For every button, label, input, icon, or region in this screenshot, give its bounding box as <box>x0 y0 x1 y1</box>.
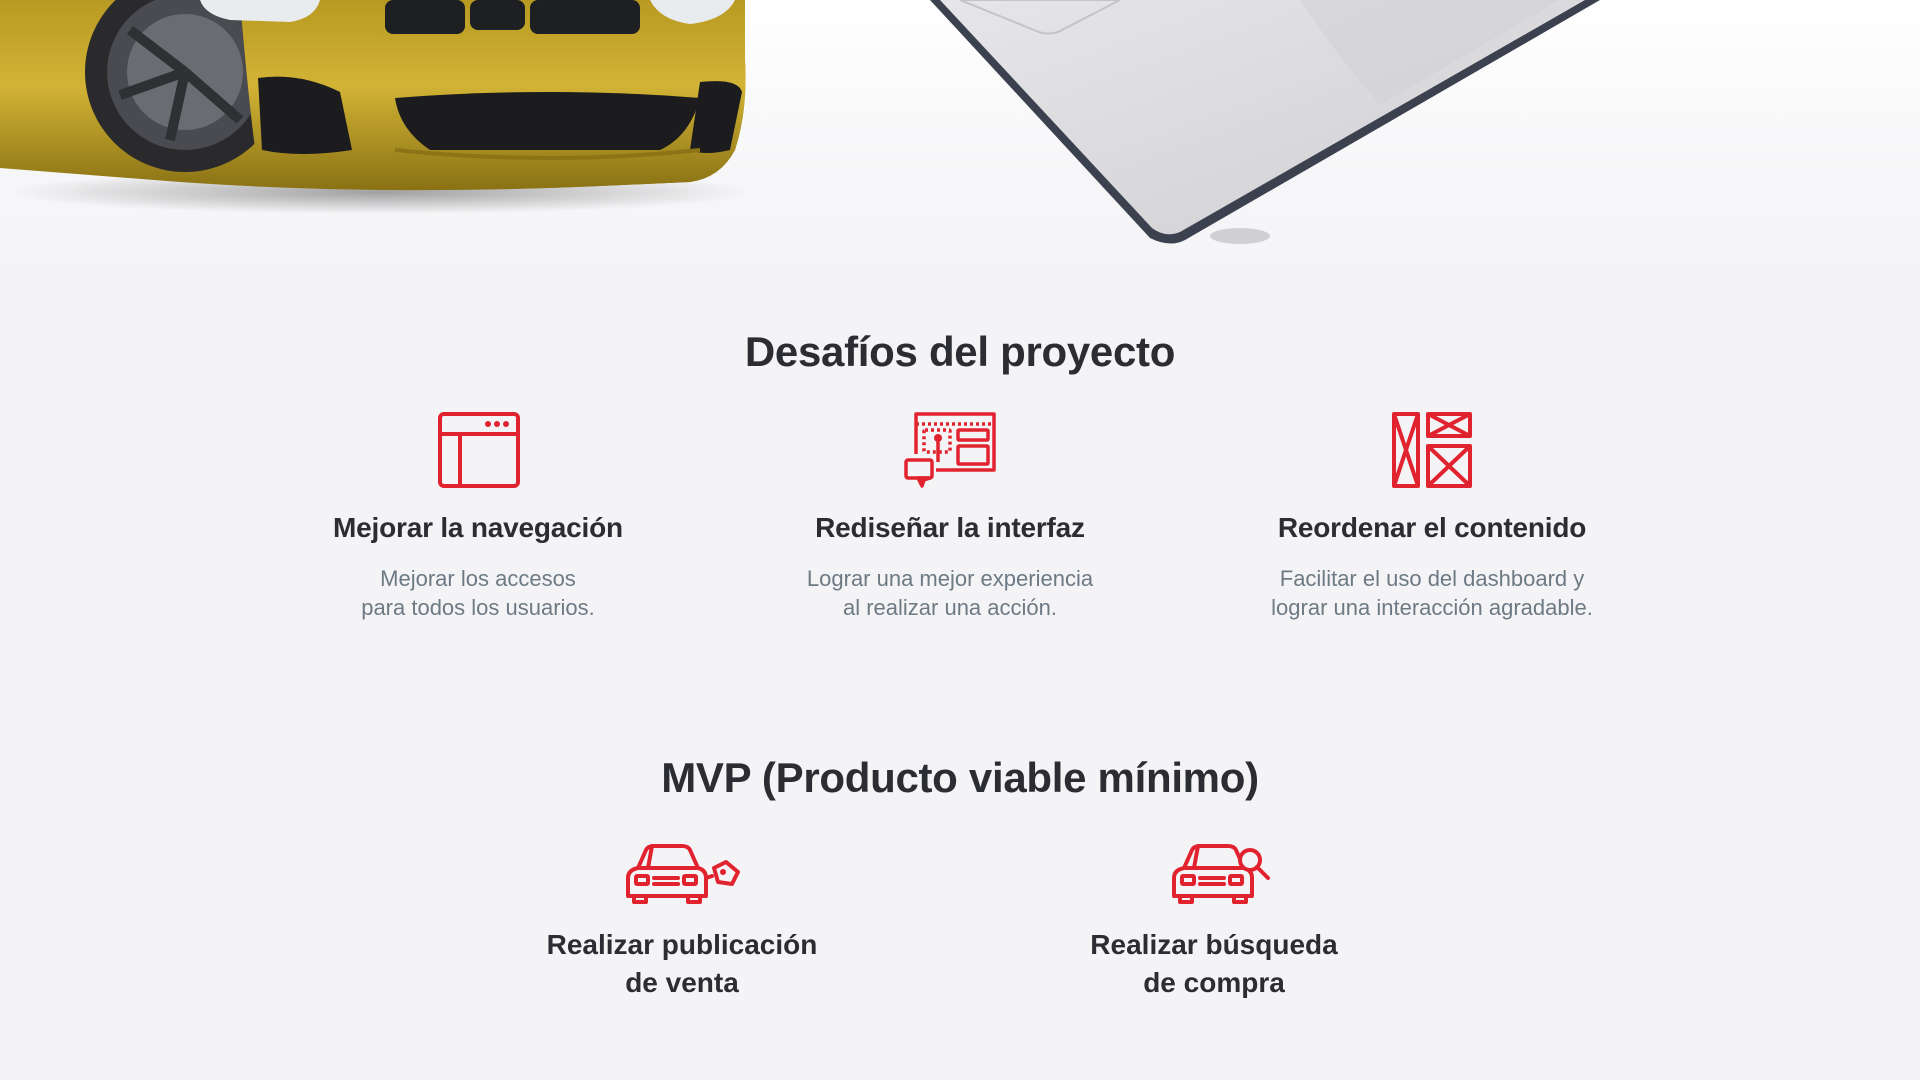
challenge-title: Rediseñar la interfaz <box>815 512 1085 543</box>
car-search-icon <box>1172 844 1270 904</box>
car-image <box>0 0 750 214</box>
challenge-description: Facilitar el uso del dashboard y lograr … <box>1212 564 1652 622</box>
mvp-title: MVP (Producto viable mínimo) <box>661 754 1259 801</box>
description-line: para todos los usuarios. <box>361 595 595 620</box>
title-line: Realizar publicación <box>546 929 818 960</box>
mvp-buy-search: Realizar búsqueda de compra <box>1034 842 1394 1002</box>
challenge-content: Reordenar el contenido Facilitar el uso … <box>1212 410 1652 622</box>
page: Desafíos del proyecto Mejorar la navegac… <box>0 0 1920 1080</box>
hero-imagery <box>0 0 1600 244</box>
laptop-image <box>930 0 1600 244</box>
challenge-navigation: Mejorar la navegación Mejorar los acceso… <box>258 410 698 622</box>
description-line: Lograr una mejor experiencia <box>806 566 1094 591</box>
mvp-sell-listing: Realizar publicación de venta <box>502 842 862 1002</box>
challenge-title: Reordenar el contenido <box>1277 512 1587 543</box>
description-line: al realizar una acción. <box>842 595 1057 620</box>
description-line: lograr una interacción agradable. <box>1271 595 1593 620</box>
challenge-description: Mejorar los accesos para todos los usuar… <box>258 564 698 622</box>
description-line: Facilitar el uso del dashboard y <box>1279 566 1585 591</box>
title-line: de venta <box>625 967 739 998</box>
challenges-title: Desafíos del proyecto <box>744 328 1176 375</box>
mvp-item-title: Realizar búsqueda de compra <box>1034 926 1394 1002</box>
browser-window-icon <box>438 412 520 488</box>
challenge-title: Mejorar la navegación <box>333 512 623 543</box>
title-line: Realizar búsqueda <box>1090 929 1338 960</box>
interface-design-icon <box>904 412 996 488</box>
mvp-item-title: Realizar publicación de venta <box>502 926 862 1002</box>
wireframe-layout-icon <box>1392 412 1472 488</box>
challenge-interface: Rediseñar la interfaz Lograr una mejor e… <box>730 410 1170 622</box>
description-line: Mejorar los accesos <box>380 566 576 591</box>
car-price-tag-icon <box>626 844 740 904</box>
title-line: de compra <box>1143 967 1285 998</box>
challenge-description: Lograr una mejor experiencia al realizar… <box>730 564 1170 622</box>
